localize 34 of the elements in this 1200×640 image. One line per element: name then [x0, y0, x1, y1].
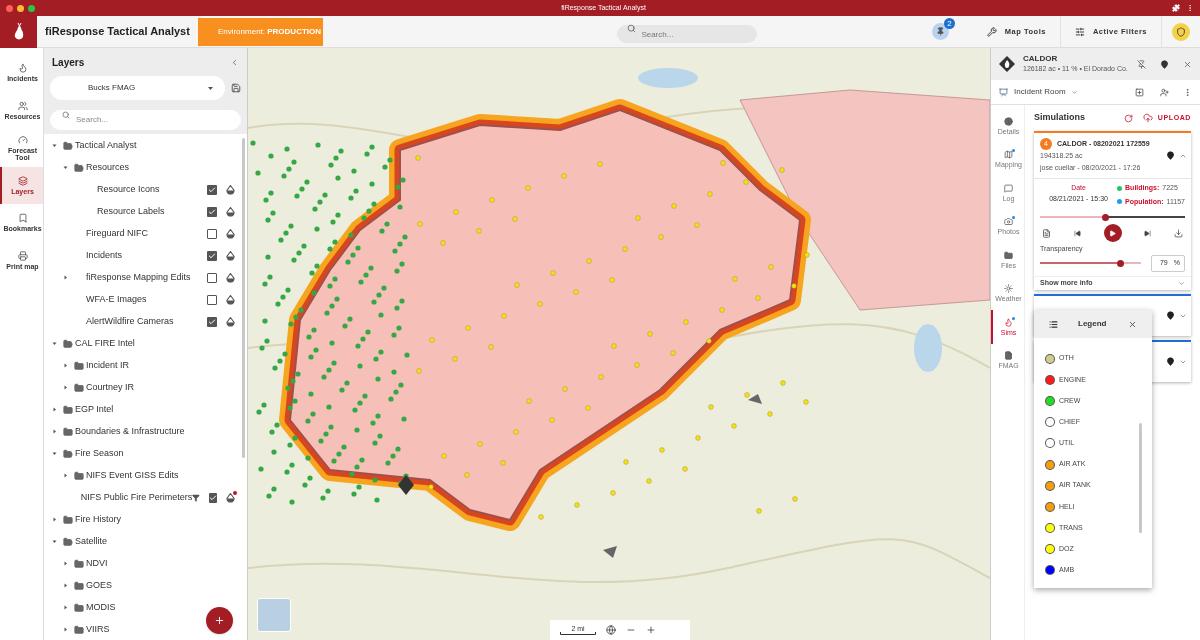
- layer-name[interactable]: NIFS Event GISS Edits: [86, 468, 235, 483]
- layer-name[interactable]: Fire History: [75, 512, 235, 527]
- layer-name[interactable]: WFA-E Images: [86, 292, 207, 307]
- room-dropdown[interactable]: Incident Room: [1014, 86, 1129, 98]
- layer-name[interactable]: Incident IR: [86, 358, 235, 373]
- layer-name[interactable]: Fireguard NIFC: [86, 226, 207, 241]
- layer-name[interactable]: VIIRS: [86, 622, 235, 637]
- layer-name[interactable]: Courtney IR: [86, 380, 235, 395]
- layer-name[interactable]: fiResponse Mapping Edits: [86, 270, 207, 285]
- layer-name[interactable]: Incidents: [86, 248, 207, 263]
- layer-name[interactable]: Boundaries & Infrastructure: [75, 424, 235, 439]
- layer-name[interactable]: Satellite: [75, 534, 235, 549]
- layer-name[interactable]: Tactical Analyst: [75, 138, 235, 153]
- layer-search-field[interactable]: Search...: [50, 109, 241, 130]
- search-field[interactable]: Search...: [617, 25, 758, 43]
- layer-name[interactable]: Fire Season: [75, 446, 235, 461]
- incident-name: CALDOR: [1023, 53, 1059, 64]
- layer-name[interactable]: Resources: [86, 160, 235, 175]
- layer-name[interactable]: Resource Icons: [97, 182, 207, 197]
- section-title: Simulations: [1034, 111, 1086, 125]
- layer-name[interactable]: EGP Intel: [75, 402, 235, 417]
- environment-label: Environment: PRODUCTION: [217, 25, 322, 38]
- app-name: fiResponse Tactical Analyst: [45, 24, 190, 40]
- panel-title: Layers: [52, 56, 85, 70]
- layer-name[interactable]: Resource Labels: [97, 204, 207, 219]
- layer-name[interactable]: CAL FIRE Intel: [75, 336, 235, 351]
- layer-name[interactable]: AlertWildfire Cameras: [86, 314, 207, 329]
- layer-name[interactable]: NIFS Public Fire Perimeters: [80, 490, 193, 505]
- layer-name[interactable]: NDVI: [86, 556, 235, 571]
- pin-count-badge: 2: [943, 18, 955, 29]
- layer-name[interactable]: GOES: [86, 578, 235, 593]
- legend-title: Legend: [1078, 318, 1108, 330]
- preset-dropdown[interactable]: Bucks FMAG: [50, 76, 225, 100]
- layer-name[interactable]: MODIS: [86, 600, 235, 615]
